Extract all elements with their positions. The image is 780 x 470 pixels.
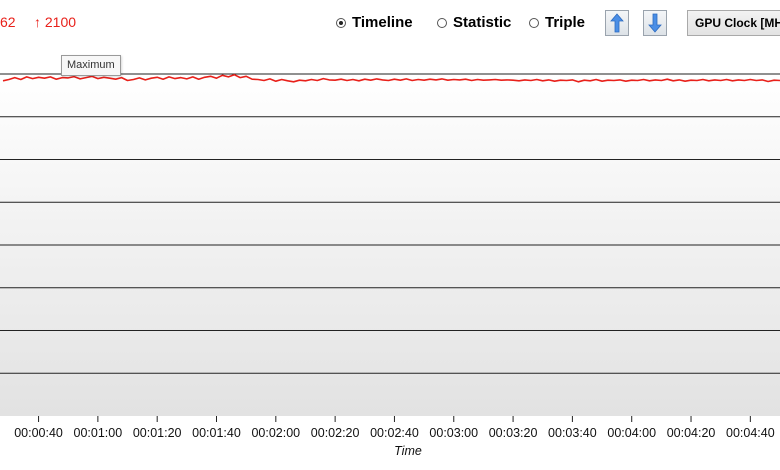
x-axis-label: Time xyxy=(394,444,422,458)
x-tick-label: 00:00:40 xyxy=(14,426,63,440)
x-tick-label: 00:04:20 xyxy=(667,426,716,440)
x-tick-label: 00:02:20 xyxy=(311,426,360,440)
x-tick-label: 00:02:40 xyxy=(370,426,419,440)
x-tick-label: 00:02:00 xyxy=(251,426,300,440)
x-axis-ticks: 00:00:40 00:01:00 00:01:20 00:01:40 00:02:00… xyxy=(14,416,775,440)
x-tick-label: 00:03:00 xyxy=(429,426,478,440)
x-tick-label: 00:04:00 xyxy=(607,426,656,440)
x-tick-label: 00:01:00 xyxy=(74,426,123,440)
x-tick-label: 00:04:40 xyxy=(726,426,775,440)
x-tick-label: 00:01:40 xyxy=(192,426,241,440)
tooltip: Maximum xyxy=(61,55,121,76)
x-tick-label: 00:03:20 xyxy=(489,426,538,440)
x-tick-label: 00:03:40 xyxy=(548,426,597,440)
x-tick-label: 00:01:20 xyxy=(133,426,182,440)
